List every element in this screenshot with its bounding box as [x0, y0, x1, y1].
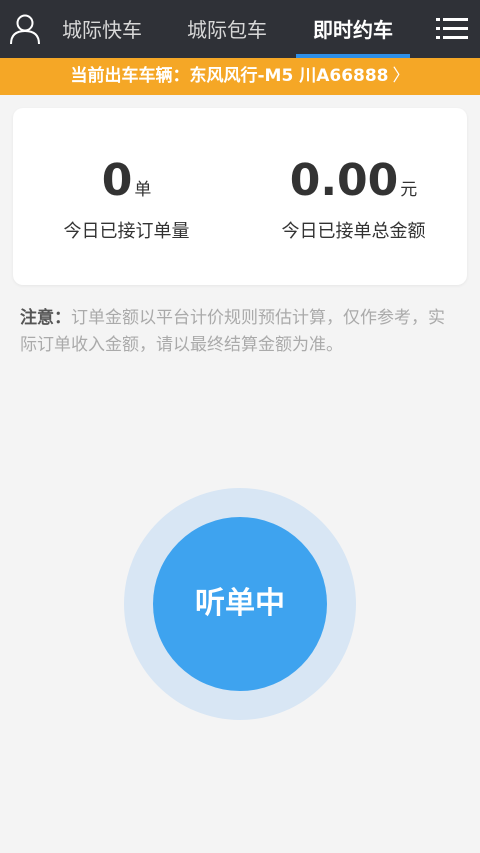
notice-label: 注意： — [20, 308, 71, 328]
top-navigation-bar: 城际快车 城际包车 即时约车 — [0, 0, 480, 58]
current-vehicle-bar[interactable]: 当前出车车辆：东风风行-M5 川A66888 〉 — [0, 58, 480, 95]
today-stats-card: 0单 今日已接订单量 0.00 元 今日已接单总金额 — [13, 108, 467, 285]
user-icon[interactable] — [8, 12, 42, 46]
menu-list-icon[interactable] — [436, 15, 468, 43]
orders-stat: 0单 今日已接订单量 — [13, 108, 240, 243]
total-amount-unit: 元 — [400, 180, 418, 200]
current-vehicle-text: 当前出车车辆：东风风行-M5 川A66888 — [70, 66, 389, 86]
chevron-right-icon: 〉 — [392, 66, 410, 86]
listening-button[interactable]: 听单中 — [153, 517, 327, 691]
orders-count-unit: 单 — [134, 180, 152, 200]
orders-count-value: 0 — [101, 155, 133, 206]
notice-body: 订单金额以平台计价规则预估计算，仅作参考，实际订单收入金额，请以最终结算金额为准… — [20, 308, 445, 355]
notice-text: 注意：订单金额以平台计价规则预估计算，仅作参考，实际订单收入金额，请以最终结算金… — [20, 305, 460, 359]
tab-intercity-charter[interactable]: 城际包车 — [172, 0, 282, 58]
orders-count-label: 今日已接订单量 — [63, 221, 190, 242]
total-amount-label: 今日已接单总金额 — [281, 221, 426, 242]
amount-stat: 0.00 元 今日已接单总金额 — [240, 108, 467, 243]
total-amount-value: 0.00 — [289, 155, 399, 206]
tab-instant-booking[interactable]: 即时约车 — [296, 0, 410, 58]
tab-intercity-express[interactable]: 城际快车 — [52, 0, 152, 58]
